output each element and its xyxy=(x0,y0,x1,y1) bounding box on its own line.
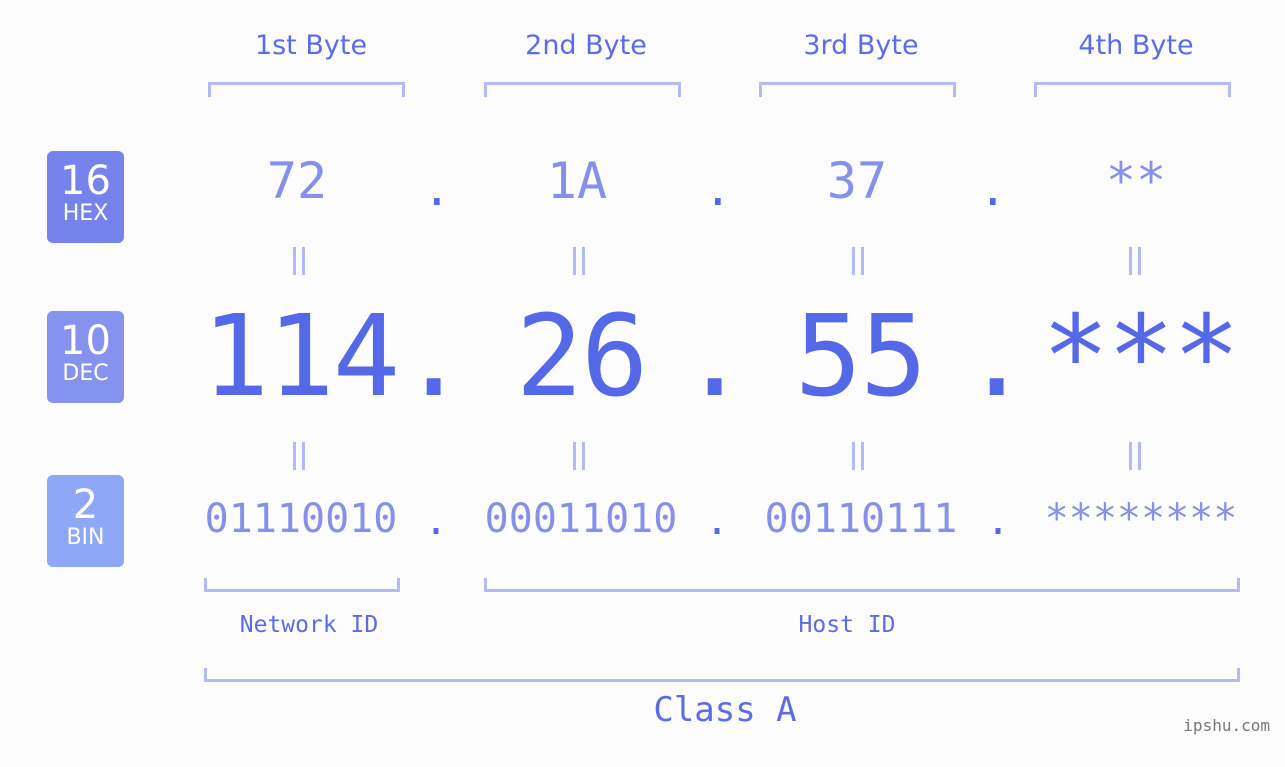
equals-icon xyxy=(293,442,305,470)
bin-dot-2: . xyxy=(705,498,730,544)
hex-base: 16 xyxy=(60,158,111,204)
hex-badge: 16 HEX xyxy=(47,151,124,243)
watermark: ipshu.com xyxy=(1183,716,1270,735)
equals-icon xyxy=(573,247,585,275)
bin-byte-1: 01110010 xyxy=(204,496,398,542)
dec-byte-3: 55 xyxy=(794,292,928,422)
hex-dot-3: . xyxy=(979,162,1007,216)
byte-header-1: 1st Byte xyxy=(254,30,368,61)
byte-bracket-2 xyxy=(484,82,681,97)
network-id-label: Network ID xyxy=(239,612,379,638)
bin-badge: 2 BIN xyxy=(47,475,124,567)
bin-dot-3: . xyxy=(986,498,1011,544)
hex-byte-3: 37 xyxy=(826,152,888,210)
network-id-bracket xyxy=(204,578,400,592)
host-id-label: Host ID xyxy=(798,612,896,638)
dec-byte-2: 26 xyxy=(515,292,649,422)
dec-label: DEC xyxy=(62,361,109,386)
dec-base: 10 xyxy=(60,318,111,364)
bin-byte-2: 00011010 xyxy=(484,496,678,542)
bin-label: BIN xyxy=(66,525,105,550)
hex-byte-4: ** xyxy=(1105,152,1167,210)
equals-icon xyxy=(1129,247,1141,275)
byte-bracket-3 xyxy=(759,82,956,97)
byte-bracket-1 xyxy=(208,82,405,97)
dec-badge: 10 DEC xyxy=(47,311,124,403)
equals-icon xyxy=(293,247,305,275)
byte-header-2: 2nd Byte xyxy=(525,30,647,61)
bin-dot-1: . xyxy=(424,498,449,544)
byte-header-4: 4th Byte xyxy=(1078,30,1194,61)
bin-byte-3: 00110111 xyxy=(764,496,958,542)
hex-byte-1: 72 xyxy=(266,152,328,210)
dec-byte-1: 114 xyxy=(201,292,400,422)
bin-byte-4: ******** xyxy=(1044,496,1238,542)
bin-base: 2 xyxy=(72,482,99,528)
class-label: Class A xyxy=(653,690,797,730)
equals-icon xyxy=(852,247,864,275)
equals-icon xyxy=(852,442,864,470)
equals-icon xyxy=(573,442,585,470)
dec-byte-4: *** xyxy=(1041,292,1240,422)
hex-dot-2: . xyxy=(704,162,732,216)
hex-dot-1: . xyxy=(423,162,451,216)
host-id-bracket xyxy=(484,578,1240,592)
class-bracket xyxy=(204,668,1240,682)
equals-icon xyxy=(1129,442,1141,470)
byte-header-3: 3rd Byte xyxy=(803,30,919,61)
hex-byte-2: 1A xyxy=(546,152,608,210)
hex-label: HEX xyxy=(62,201,109,226)
byte-bracket-4 xyxy=(1034,82,1231,97)
